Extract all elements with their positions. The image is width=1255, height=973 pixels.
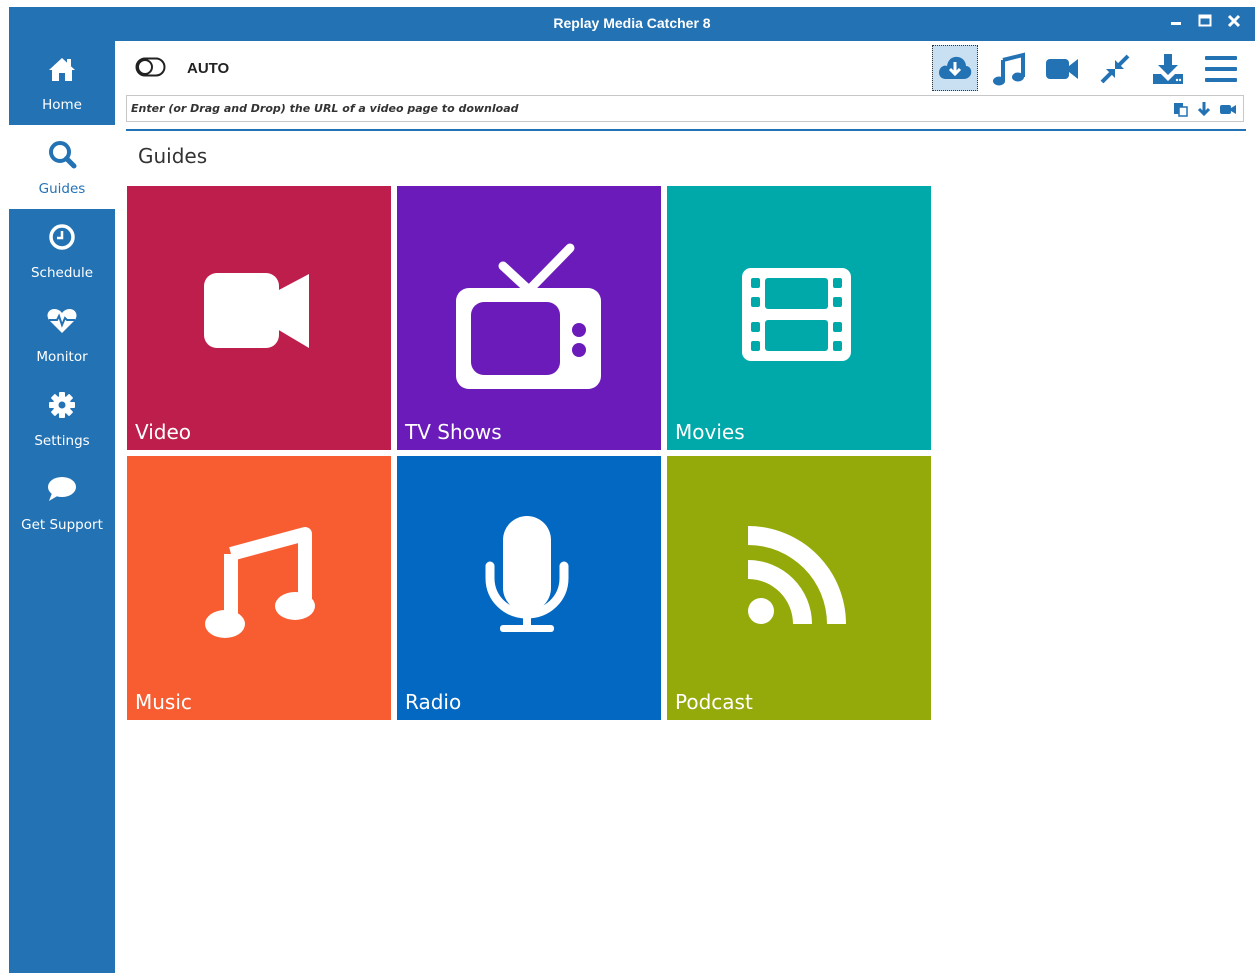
tile-label: Podcast <box>675 690 753 714</box>
cloud-download-icon <box>939 56 972 79</box>
music-note-icon <box>993 52 1025 86</box>
sidebar-item-label: Home <box>42 97 82 113</box>
tile-podcast[interactable]: Podcast <box>667 456 931 720</box>
video-camera-icon <box>204 273 309 348</box>
url-input[interactable] <box>131 99 1161 118</box>
tile-tv-shows[interactable]: TV Shows <box>397 186 661 450</box>
tile-label: Radio <box>405 690 462 714</box>
capture-video-button[interactable] <box>1219 101 1237 117</box>
sidebar-item-guides[interactable]: Guides <box>9 125 115 209</box>
close-icon <box>1227 14 1241 28</box>
sidebar-item-get-support[interactable]: Get Support <box>9 461 115 545</box>
sidebar: Home Guides Schedule Monitor Settings Ge… <box>9 41 115 973</box>
audio-mode-button[interactable] <box>987 46 1031 90</box>
video-camera-icon <box>1046 59 1078 79</box>
chat-icon <box>48 477 76 501</box>
title-bar: Replay Media Catcher 8 <box>9 7 1255 41</box>
arrow-down-icon <box>1197 102 1211 117</box>
search-icon <box>49 141 77 169</box>
tv-icon <box>456 243 601 389</box>
paste-icon <box>1174 103 1188 117</box>
toolbar-divider <box>126 129 1246 131</box>
menu-button[interactable] <box>1199 46 1243 90</box>
sidebar-item-label: Settings <box>34 433 90 449</box>
tile-label: Movies <box>675 420 745 444</box>
cloud-download-button[interactable] <box>932 45 978 91</box>
tile-label: TV Shows <box>405 420 502 444</box>
download-icon <box>1153 54 1183 84</box>
sidebar-item-label: Monitor <box>36 349 88 365</box>
heartbeat-icon <box>47 309 77 333</box>
home-icon <box>49 58 75 81</box>
clock-icon <box>49 224 75 250</box>
auto-toggle[interactable] <box>135 56 167 77</box>
download-url-button[interactable] <box>1197 101 1215 117</box>
minimize-button[interactable] <box>1163 11 1189 35</box>
microphone-icon <box>485 516 569 632</box>
sidebar-item-home[interactable]: Home <box>9 41 115 125</box>
video-mode-button[interactable] <box>1040 46 1084 90</box>
compact-mode-button[interactable] <box>1093 46 1137 90</box>
auto-label: AUTO <box>187 60 230 77</box>
menu-icon <box>1205 56 1237 82</box>
window-title: Replay Media Catcher 8 <box>553 15 711 31</box>
maximize-button[interactable] <box>1192 11 1218 35</box>
sidebar-item-label: Schedule <box>30 265 94 281</box>
sidebar-item-schedule[interactable]: Schedule <box>9 209 115 293</box>
sidebar-item-label: Get Support <box>21 517 103 533</box>
tile-radio[interactable]: Radio <box>397 456 661 720</box>
page-title: Guides <box>138 144 208 168</box>
minimize-icon <box>1171 22 1181 25</box>
sidebar-item-settings[interactable]: Settings <box>9 377 115 461</box>
maximize-icon <box>1198 14 1212 27</box>
rss-icon <box>748 526 846 624</box>
tile-label: Music <box>135 690 192 714</box>
tile-music[interactable]: Music <box>127 456 391 720</box>
music-note-icon <box>205 527 315 638</box>
sidebar-item-label: Guides <box>38 181 86 197</box>
paste-button[interactable] <box>1173 101 1191 117</box>
gear-icon <box>49 392 75 418</box>
close-button[interactable] <box>1221 11 1247 35</box>
sidebar-item-monitor[interactable]: Monitor <box>9 293 115 377</box>
compress-icon <box>1100 54 1130 84</box>
video-camera-icon <box>1220 105 1236 114</box>
tile-video[interactable]: Video <box>127 186 391 450</box>
toggle-off-icon <box>135 57 166 77</box>
tile-movies[interactable]: Movies <box>667 186 931 450</box>
film-icon <box>742 268 851 361</box>
url-bar <box>126 95 1244 122</box>
tile-label: Video <box>135 420 192 444</box>
downloads-button[interactable] <box>1146 46 1190 90</box>
